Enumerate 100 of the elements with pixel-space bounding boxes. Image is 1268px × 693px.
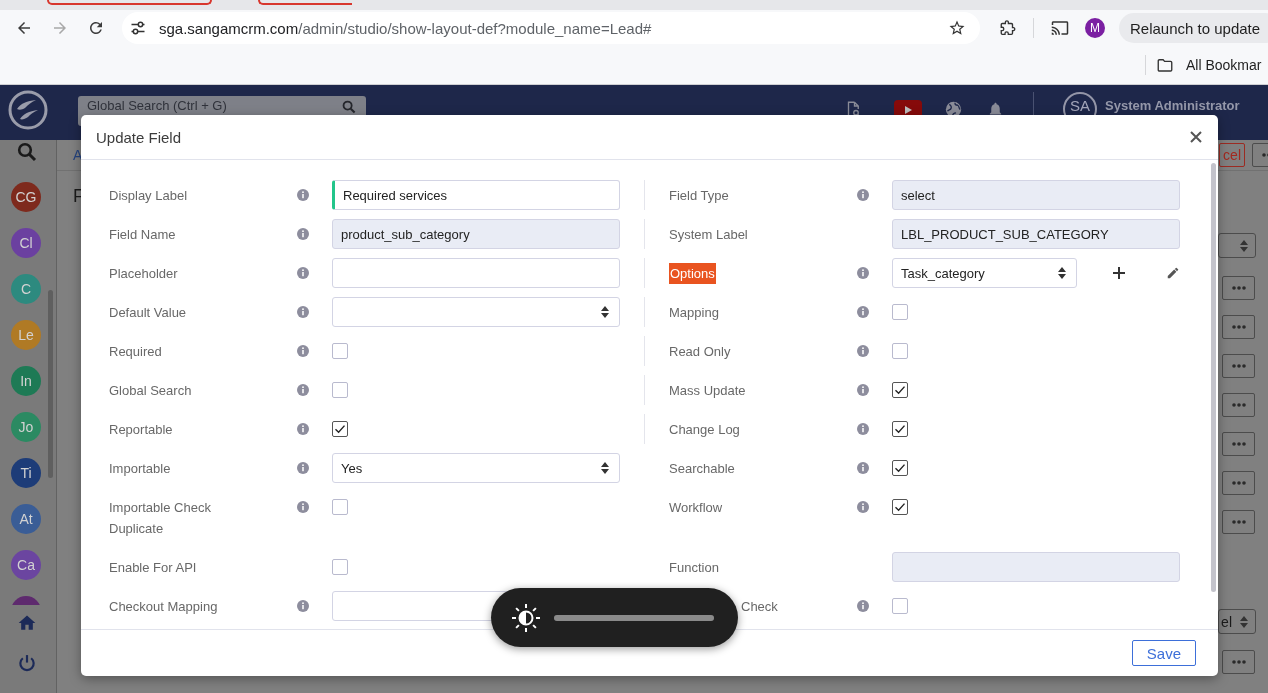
scrollbar[interactable] <box>48 290 53 478</box>
field-label: Change Log <box>669 422 740 437</box>
select-field[interactable]: Task_category <box>892 258 1077 288</box>
field-label: Default Value <box>109 305 187 320</box>
field-label: Display Label <box>109 188 188 203</box>
field-label: System Label <box>669 227 748 242</box>
field-label: Checkout Mapping <box>109 599 218 614</box>
field-label: Mapping <box>669 305 719 320</box>
more-button[interactable] <box>1222 354 1255 378</box>
checkmark-icon <box>894 462 906 474</box>
module-avatar[interactable]: Ca <box>11 550 41 580</box>
module-avatar[interactable]: Jo <box>11 412 41 442</box>
dots-icon <box>1231 481 1246 485</box>
search-icon[interactable] <box>17 142 37 162</box>
puzzle-piece-icon[interactable] <box>999 19 1017 37</box>
tab-outline[interactable] <box>258 0 352 5</box>
more-button[interactable] <box>1222 471 1255 495</box>
forward-arrow-icon[interactable] <box>51 19 69 37</box>
field-label: Function <box>669 560 719 575</box>
field-label: Reportable <box>109 422 173 437</box>
dialog-title: Update Field <box>96 128 182 146</box>
checkmark-icon <box>894 423 906 435</box>
bookmarks-button[interactable]: All Bookmar <box>1186 57 1262 73</box>
dots-icon <box>1231 364 1246 368</box>
field-label: Field Name <box>109 227 176 242</box>
dots-icon <box>1231 325 1246 329</box>
address-bar[interactable]: sga.sangamcrm.com/admin/studio/show-layout-def?module_name=Lead# <box>122 12 980 44</box>
checkbox[interactable] <box>892 499 908 515</box>
more-button[interactable] <box>1222 276 1255 300</box>
field-label: Check <box>741 599 778 614</box>
field-label: Required <box>109 344 162 359</box>
module-avatar[interactable]: C <box>11 274 41 304</box>
more-button[interactable] <box>1222 393 1255 417</box>
select-arrows-icon <box>1058 267 1066 279</box>
field-label: Field Type <box>669 188 729 203</box>
dots-icon <box>1231 442 1246 446</box>
relaunch-button[interactable]: Relaunch to update <box>1119 13 1268 43</box>
select-field[interactable]: Yes <box>332 453 620 483</box>
cast-icon[interactable] <box>1051 19 1069 37</box>
checkbox[interactable] <box>332 421 348 437</box>
checkbox[interactable] <box>892 421 908 437</box>
field-label: Importable Check Duplicate <box>109 500 211 536</box>
field-label: Enable For API <box>109 560 197 575</box>
power-icon[interactable] <box>17 653 37 673</box>
select-arrows-icon <box>601 462 609 474</box>
user-name[interactable]: System Administrator <box>1105 98 1240 113</box>
more-button[interactable] <box>1222 315 1255 339</box>
module-avatar[interactable]: Ti <box>11 458 41 488</box>
module-avatar[interactable]: Cl <box>11 228 41 258</box>
more-button[interactable] <box>1222 510 1255 534</box>
text-field[interactable]: Required services <box>332 180 620 210</box>
dots-icon <box>1231 660 1246 664</box>
checkbox[interactable] <box>892 343 908 359</box>
save-button[interactable]: Save <box>1131 640 1196 666</box>
checkbox[interactable] <box>892 460 908 476</box>
checkbox[interactable] <box>892 598 908 614</box>
star-icon[interactable] <box>948 19 966 37</box>
field-label: Mass Update <box>669 383 746 398</box>
read-only-field: LBL_PRODUCT_SUB_CATEGORY <box>892 219 1180 249</box>
more-button[interactable] <box>1222 650 1255 674</box>
text-field[interactable] <box>332 258 620 288</box>
checkmark-icon <box>894 384 906 396</box>
field-label: Workflow <box>669 500 723 515</box>
select-field[interactable] <box>1218 233 1256 258</box>
module-avatar[interactable]: At <box>11 504 41 534</box>
folder-icon[interactable] <box>1156 56 1174 74</box>
field-label: Options <box>669 263 716 284</box>
home-icon[interactable] <box>17 613 37 633</box>
select-arrows-icon <box>1240 615 1248 628</box>
module-avatar[interactable]: In <box>11 366 41 396</box>
checkbox[interactable] <box>332 499 348 515</box>
module-avatar[interactable]: CG <box>11 182 41 212</box>
field-label: Read Only <box>669 344 731 359</box>
close-icon[interactable] <box>1190 131 1202 143</box>
logo-icon[interactable] <box>8 90 48 130</box>
profile-avatar[interactable]: M <box>1085 18 1105 38</box>
tab-outline[interactable] <box>47 0 212 5</box>
select-arrows-icon <box>1240 239 1248 252</box>
dots-icon <box>1231 286 1246 290</box>
read-only-field: select <box>892 180 1180 210</box>
field-label: Importable <box>109 461 171 476</box>
scrollbar[interactable] <box>1211 163 1216 592</box>
brightness-slider[interactable] <box>554 614 714 621</box>
checkbox[interactable] <box>332 559 348 575</box>
checkbox[interactable] <box>332 382 348 398</box>
checkbox[interactable] <box>332 343 348 359</box>
plus-icon[interactable] <box>1113 267 1125 279</box>
select-field[interactable]: el <box>1218 609 1256 634</box>
site-settings-icon[interactable] <box>130 20 146 36</box>
read-only-field: product_sub_category <box>332 219 620 249</box>
field-label: Global Search <box>109 383 192 398</box>
checkbox[interactable] <box>892 304 908 320</box>
select-arrows-icon <box>601 306 609 318</box>
reload-icon[interactable] <box>87 19 105 37</box>
dots-icon <box>1231 403 1246 407</box>
checkmark-icon <box>894 501 906 513</box>
pencil-icon[interactable] <box>1166 266 1180 280</box>
checkmark-icon <box>334 423 346 435</box>
checkbox[interactable] <box>892 382 908 398</box>
more-button[interactable] <box>1222 432 1255 456</box>
